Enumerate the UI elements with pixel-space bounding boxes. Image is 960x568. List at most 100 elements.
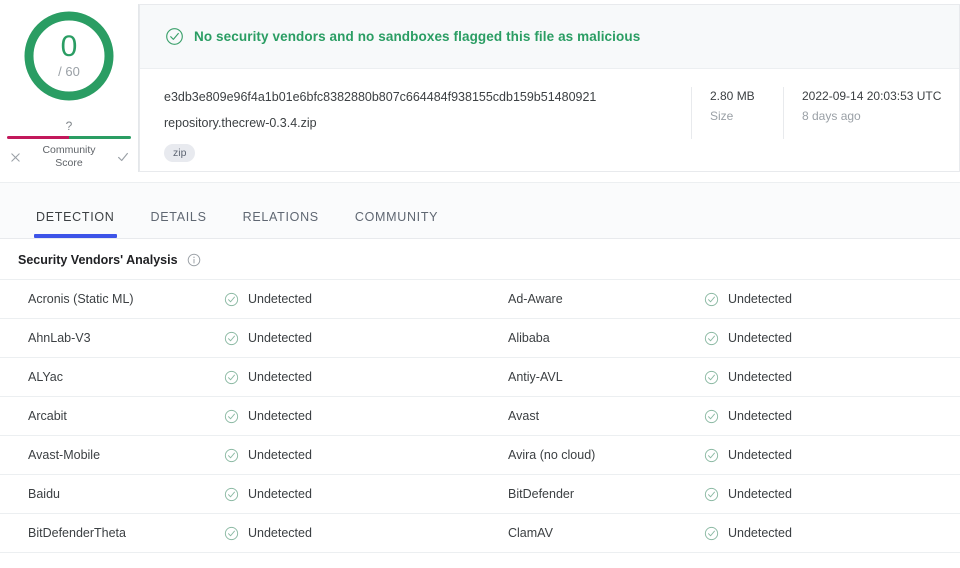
vendor-verdict-label: Undetected bbox=[728, 448, 792, 462]
vendor-name[interactable]: ClamAV bbox=[508, 526, 703, 540]
community-bar-negative bbox=[7, 136, 69, 139]
vendor-name[interactable]: BitDefender bbox=[508, 487, 703, 501]
vendor-result-cell: Avira (no cloud) Undetected bbox=[480, 436, 960, 474]
vendor-result-cell: Avast-Mobile Undetected bbox=[0, 436, 480, 474]
vendor-verdict: Undetected bbox=[223, 447, 312, 463]
verdict-message: No security vendors and no sandboxes fla… bbox=[194, 29, 641, 44]
community-score-label-line1: Community bbox=[42, 144, 96, 156]
table-row: BitDefenderTheta Undetected ClamAV Undetect… bbox=[0, 514, 960, 553]
vendor-verdict-label: Undetected bbox=[248, 409, 312, 423]
vendor-verdict-label: Undetected bbox=[728, 331, 792, 345]
vendor-verdict: Undetected bbox=[223, 408, 312, 424]
vendor-verdict-label: Undetected bbox=[728, 487, 792, 501]
vendor-verdict-label: Undetected bbox=[248, 448, 312, 462]
vendor-name[interactable]: Antiy-AVL bbox=[508, 370, 703, 384]
vendor-result-cell: Baidu Undetected bbox=[0, 475, 480, 513]
community-score-widget[interactable]: ? Community Score bbox=[7, 120, 131, 170]
x-icon[interactable] bbox=[7, 149, 23, 165]
table-row: AhnLab-V3 Undetected Alibaba Undetected bbox=[0, 319, 960, 358]
info-icon[interactable] bbox=[187, 253, 201, 267]
check-circle-icon bbox=[703, 291, 719, 307]
vendor-verdict-label: Undetected bbox=[248, 331, 312, 345]
vendor-result-cell: BitDefender Undetected bbox=[480, 475, 960, 513]
vendor-verdict: Undetected bbox=[223, 369, 312, 385]
detection-score-value: 0 bbox=[60, 30, 78, 63]
tab-detection[interactable]: DETECTION bbox=[18, 210, 133, 238]
vendor-result-cell: AhnLab-V3 Undetected bbox=[0, 319, 480, 357]
check-icon[interactable] bbox=[115, 149, 131, 165]
vendor-result-cell: Acronis (Static ML) Undetected bbox=[0, 280, 480, 318]
vendor-result-cell: ALYac Undetected bbox=[0, 358, 480, 396]
file-summary: 0 / 60 ? Community Score No security ven… bbox=[0, 0, 960, 182]
vendor-verdict: Undetected bbox=[223, 525, 312, 541]
detection-score-total: / 60 bbox=[58, 64, 80, 79]
tab-community[interactable]: COMMUNITY bbox=[337, 210, 456, 238]
file-analysis-relative: 8 days ago bbox=[802, 109, 861, 123]
check-circle-icon bbox=[703, 369, 719, 385]
detection-score-donut: 0 / 60 bbox=[21, 8, 117, 104]
file-identity: e3db3e809e96f4a1b01e6bfc8382880b807c6644… bbox=[140, 87, 691, 162]
vendor-verdict-label: Undetected bbox=[248, 292, 312, 306]
check-circle-icon bbox=[703, 447, 719, 463]
vendor-verdict-label: Undetected bbox=[728, 409, 792, 423]
vendor-name[interactable]: BitDefenderTheta bbox=[28, 526, 223, 540]
vendor-name[interactable]: Ad-Aware bbox=[508, 292, 703, 306]
vendor-name[interactable]: Acronis (Static ML) bbox=[28, 292, 223, 306]
file-hash[interactable]: e3db3e809e96f4a1b01e6bfc8382880b807c6644… bbox=[164, 87, 691, 107]
community-bar-positive bbox=[69, 136, 131, 139]
vendor-result-cell: Alibaba Undetected bbox=[480, 319, 960, 357]
vendor-verdict-label: Undetected bbox=[248, 487, 312, 501]
file-date-column: 2022-09-14 20:03:53 UTC 8 days ago bbox=[783, 87, 959, 139]
file-info-card: No security vendors and no sandboxes fla… bbox=[138, 4, 960, 172]
vendor-verdict: Undetected bbox=[223, 486, 312, 502]
vendor-name[interactable]: Avira (no cloud) bbox=[508, 448, 703, 462]
vendor-name[interactable]: Baidu bbox=[28, 487, 223, 501]
vendor-verdict: Undetected bbox=[703, 291, 792, 307]
vendor-verdict-label: Undetected bbox=[728, 526, 792, 540]
table-row: Baidu Undetected BitDefender Undetected bbox=[0, 475, 960, 514]
check-circle-icon bbox=[223, 369, 239, 385]
check-circle-icon bbox=[223, 291, 239, 307]
section-title: Security Vendors' Analysis bbox=[18, 253, 178, 267]
file-size-column: 2.80 MB Size bbox=[691, 87, 783, 139]
score-column: 0 / 60 ? Community Score bbox=[0, 4, 138, 170]
vendor-result-cell: BitDefenderTheta Undetected bbox=[0, 514, 480, 552]
community-score-unknown: ? bbox=[65, 119, 73, 133]
vendor-verdict: Undetected bbox=[703, 525, 792, 541]
file-type-tag[interactable]: zip bbox=[164, 144, 196, 162]
vendor-name[interactable]: AhnLab-V3 bbox=[28, 331, 223, 345]
check-circle-icon bbox=[703, 408, 719, 424]
community-score-label: Community Score bbox=[23, 144, 115, 170]
check-circle-icon bbox=[703, 525, 719, 541]
vendor-name[interactable]: Alibaba bbox=[508, 331, 703, 345]
table-row: Acronis (Static ML) Undetected Ad-Aware Und… bbox=[0, 280, 960, 319]
file-analysis-date: 2022-09-14 20:03:53 UTC bbox=[802, 89, 942, 103]
vendor-verdict: Undetected bbox=[703, 369, 792, 385]
vendor-verdict: Undetected bbox=[703, 447, 792, 463]
check-circle-icon bbox=[223, 525, 239, 541]
check-circle-icon bbox=[223, 447, 239, 463]
vendor-results-table: Acronis (Static ML) Undetected Ad-Aware Und… bbox=[0, 279, 960, 553]
check-circle-icon bbox=[703, 330, 719, 346]
file-size-label: Size bbox=[710, 109, 734, 123]
vendor-name[interactable]: ALYac bbox=[28, 370, 223, 384]
vendor-verdict: Undetected bbox=[223, 291, 312, 307]
vendor-name[interactable]: Avast bbox=[508, 409, 703, 423]
vendor-verdict-label: Undetected bbox=[248, 370, 312, 384]
vendor-name[interactable]: Arcabit bbox=[28, 409, 223, 423]
file-name: repository.thecrew-0.3.4.zip bbox=[164, 116, 317, 130]
vendor-verdict: Undetected bbox=[223, 330, 312, 346]
table-row: Avast-Mobile Undetected Avira (no cloud) Un… bbox=[0, 436, 960, 475]
vendor-name[interactable]: Avast-Mobile bbox=[28, 448, 223, 462]
table-row: ALYac Undetected Antiy-AVL Undetected bbox=[0, 358, 960, 397]
check-circle-icon bbox=[164, 27, 184, 47]
vendor-result-cell: ClamAV Undetected bbox=[480, 514, 960, 552]
tab-details[interactable]: DETAILS bbox=[133, 210, 225, 238]
check-circle-icon bbox=[223, 408, 239, 424]
security-vendors-analysis: Security Vendors' Analysis Acronis (Stat… bbox=[0, 238, 960, 553]
tab-relations[interactable]: RELATIONS bbox=[225, 210, 337, 238]
vendor-verdict: Undetected bbox=[703, 330, 792, 346]
vendor-verdict-label: Undetected bbox=[248, 526, 312, 540]
vendor-verdict: Undetected bbox=[703, 486, 792, 502]
verdict-banner: No security vendors and no sandboxes fla… bbox=[140, 5, 959, 69]
